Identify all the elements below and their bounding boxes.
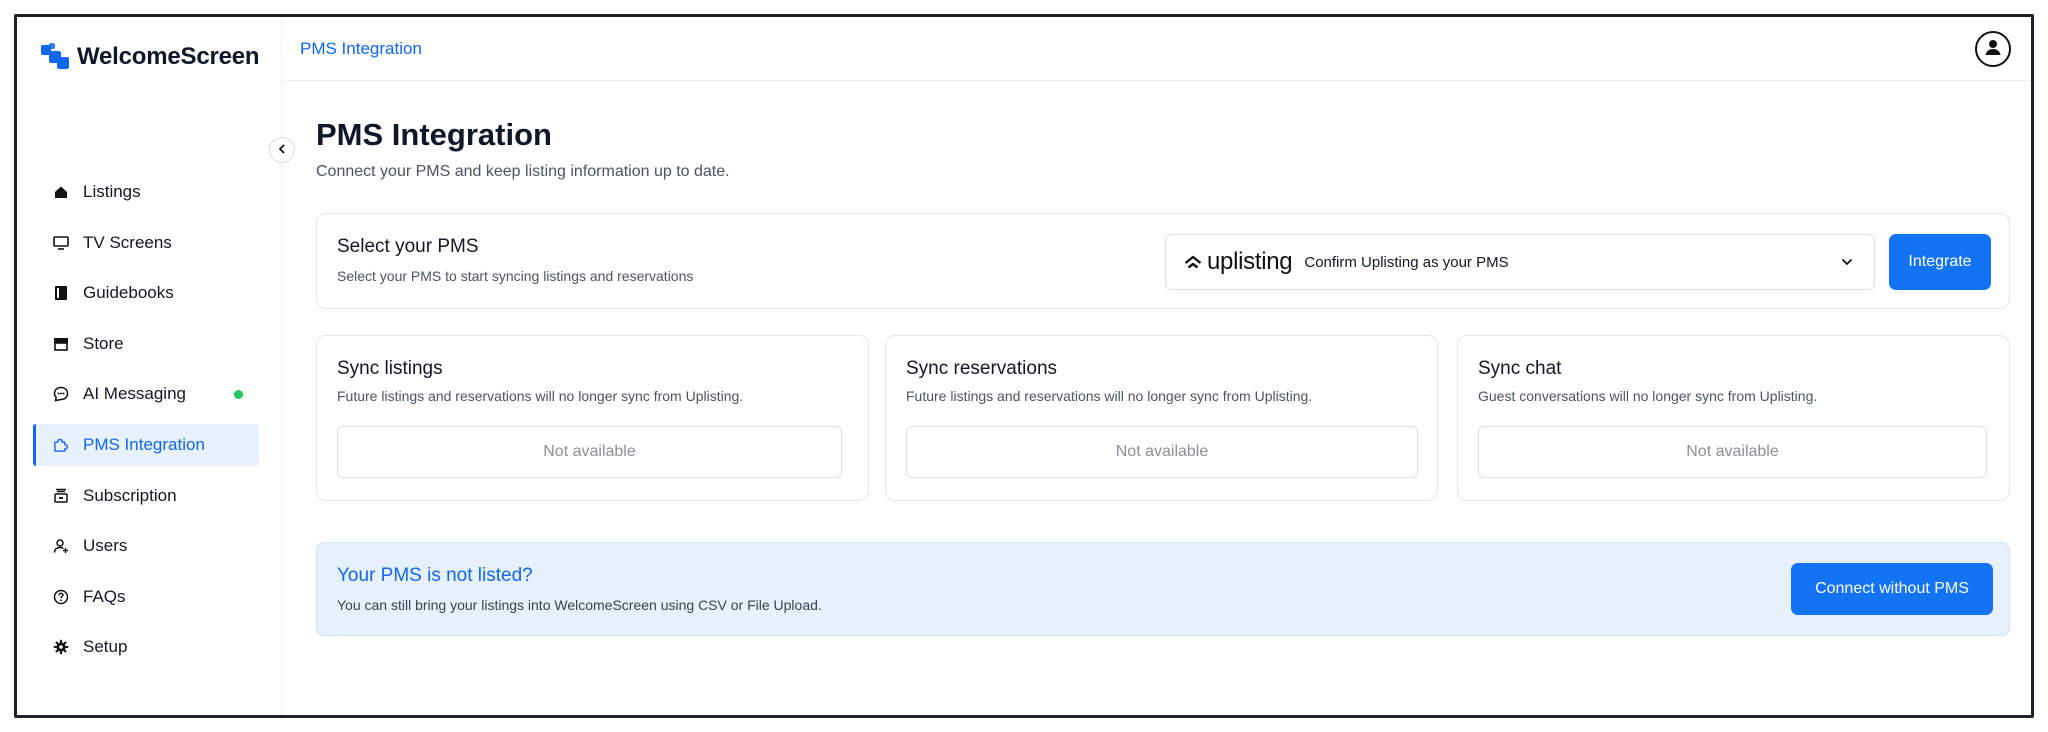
uplisting-logo: uplisting (1184, 248, 1293, 276)
sidebar-item-label: Setup (83, 637, 128, 657)
sync-card-description: Future listings and reservations will no… (337, 388, 744, 404)
sidebar-item-listings[interactable]: Listings (33, 171, 259, 213)
pms-select-value: Confirm Uplisting as your PMS (1304, 253, 1509, 271)
select-pms-heading: Select your PMS (337, 236, 479, 257)
sidebar-item-guidebooks[interactable]: Guidebooks (33, 272, 259, 314)
sync-listings-status: Not available (337, 426, 842, 478)
sidebar-item-label: Users (83, 536, 128, 556)
main-content: PMS Integration Connect your PMS and kee… (282, 81, 2031, 715)
sidebar-item-subscription[interactable]: Subscription (33, 475, 259, 517)
sync-reservations-status: Not available (906, 426, 1418, 478)
puzzle-icon (53, 437, 69, 453)
sync-card-description: Guest conversations will no longer sync … (1478, 388, 1818, 404)
online-status-dot (234, 389, 243, 399)
page-title: PMS Integration (316, 117, 552, 152)
sidebar-item-label: AI Messaging (83, 384, 186, 404)
integrate-button[interactable]: Integrate (1889, 234, 1991, 290)
sidebar-item-label: TV Screens (83, 232, 172, 252)
select-pms-description: Select your PMS to start syncing listing… (337, 268, 694, 284)
banner-description: You can still bring your listings into W… (337, 597, 822, 613)
sidebar-item-ai-messaging[interactable]: AI Messaging (33, 373, 259, 415)
app-logo[interactable]: WelcomeScreen (41, 43, 260, 71)
sidebar-item-faqs[interactable]: FAQs (33, 576, 259, 618)
sync-card-title: Sync chat (1478, 358, 1562, 379)
sync-reservations-card: Sync reservations Future listings and re… (885, 335, 1438, 501)
store-icon (53, 336, 69, 352)
chat-icon (53, 386, 69, 402)
subscription-icon (53, 488, 69, 504)
gear-icon (53, 639, 69, 655)
pms-select-dropdown[interactable]: uplisting Confirm Uplisting as your PMS (1165, 234, 1875, 290)
sidebar-item-store[interactable]: Store (33, 323, 259, 365)
sidebar-item-label: Guidebooks (83, 283, 174, 303)
user-icon (1982, 36, 2004, 63)
sidebar-item-pms-integration[interactable]: PMS Integration (33, 423, 259, 466)
sync-card-description: Future listings and reservations will no… (906, 388, 1313, 404)
sidebar-item-label: Store (83, 333, 124, 353)
collapse-sidebar-button[interactable] (269, 137, 295, 163)
monitor-icon (53, 235, 69, 251)
sidebar-item-users[interactable]: Users (33, 525, 259, 567)
connect-without-pms-button[interactable]: Connect without PMS (1791, 563, 1993, 615)
pms-not-listed-banner: Your PMS is not listed? You can still br… (316, 542, 2010, 636)
home-icon (53, 184, 69, 200)
chevron-left-icon (277, 141, 287, 159)
banner-heading: Your PMS is not listed? (337, 565, 533, 586)
sidebar-item-setup[interactable]: Setup (33, 626, 259, 668)
uplisting-logo-text: uplisting (1207, 248, 1293, 275)
app-name: WelcomeScreen (77, 43, 260, 70)
sync-chat-status: Not available (1478, 426, 1987, 478)
top-bar: PMS Integration (282, 17, 2031, 81)
add-user-icon (53, 538, 69, 554)
logo-icon (41, 43, 71, 71)
sidebar-nav: Listings TV Screens Guidebooks Store AI … (33, 171, 259, 677)
sidebar: WelcomeScreen Listings TV Screens Guideb… (17, 17, 282, 715)
sidebar-item-label: FAQs (83, 586, 126, 606)
sidebar-item-label: PMS Integration (83, 434, 205, 454)
select-pms-card: Select your PMS Select your PMS to start… (316, 213, 2010, 309)
breadcrumb[interactable]: PMS Integration (300, 39, 422, 59)
book-icon (53, 285, 69, 301)
sync-chat-card: Sync chat Guest conversations will no lo… (1457, 335, 2010, 501)
sidebar-item-tv-screens[interactable]: TV Screens (33, 222, 259, 264)
sync-card-title: Sync listings (337, 358, 443, 379)
page-subtitle: Connect your PMS and keep listing inform… (316, 163, 730, 180)
sync-card-title: Sync reservations (906, 358, 1058, 379)
chevron-down-icon (1840, 255, 1854, 274)
sidebar-item-label: Listings (83, 182, 141, 201)
app-window: WelcomeScreen Listings TV Screens Guideb… (14, 14, 2034, 718)
sidebar-item-label: Subscription (83, 485, 177, 505)
user-avatar-button[interactable] (1975, 31, 2011, 67)
help-icon (53, 589, 69, 605)
sync-listings-card: Sync listings Future listings and reserv… (316, 335, 869, 501)
